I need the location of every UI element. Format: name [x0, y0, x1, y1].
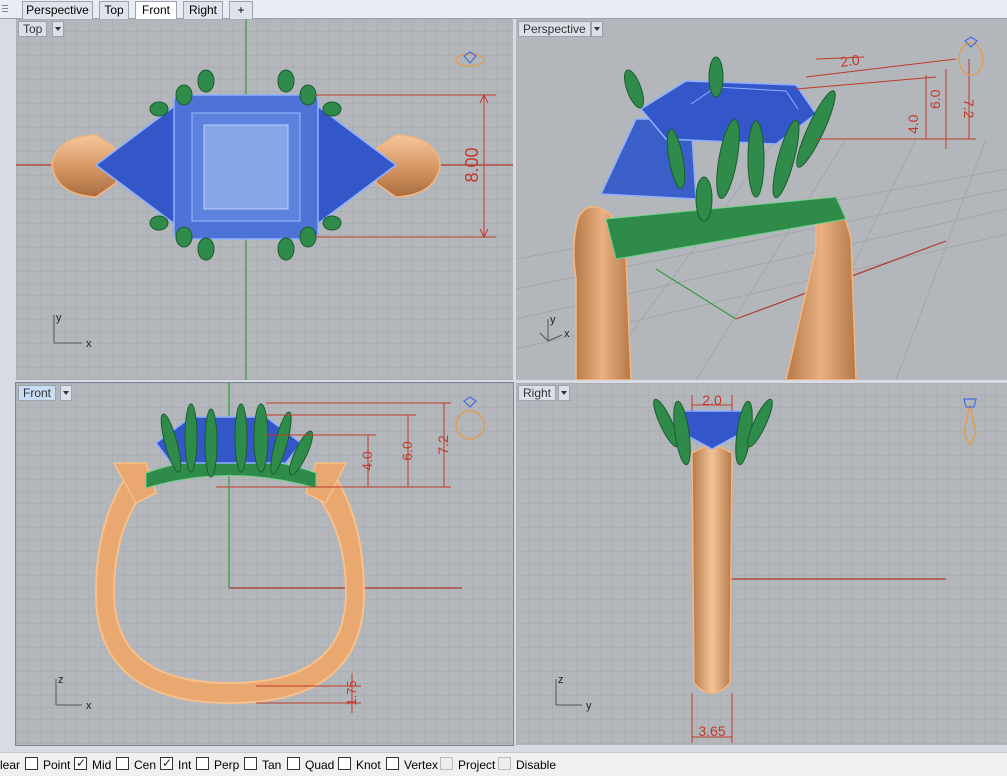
viewport-top[interactable]: 8.00 y x Top	[16, 19, 513, 380]
osnap-project-label: Project	[458, 758, 496, 772]
osnap-int-label: Int	[178, 758, 192, 772]
osnap-vertex-checkbox[interactable]	[386, 757, 399, 770]
viewport-right[interactable]: 2.0 3.65 z y Right	[516, 383, 1007, 745]
osnap-quad-label: Quad	[305, 758, 335, 772]
right-view-canvas: 2.0 3.65 z y	[516, 383, 1007, 745]
osnap-mid-label: Mid	[92, 758, 112, 772]
osnap-disable-checkbox[interactable]	[498, 757, 511, 770]
dim-label-1: 3.65	[698, 723, 725, 739]
dim-label-0: 7.2	[435, 435, 451, 455]
tab-right[interactable]: Right	[183, 1, 223, 19]
axis-label-y: y	[56, 312, 62, 324]
dim-label-0: 2.0	[702, 392, 722, 408]
viewport-menu-perspective[interactable]	[591, 21, 603, 37]
axis-label-y: y	[586, 700, 592, 712]
viewport-menu-right[interactable]	[558, 385, 570, 401]
osnap-bar: lear Point Mid Cen Int Perp Tan Quad Kno…	[0, 752, 1007, 776]
osnap-knot-label: Knot	[356, 758, 381, 772]
axis-label-z: z	[558, 674, 564, 686]
osnap-tan-label: Tan	[262, 758, 282, 772]
viewport-front[interactable]: 7.2 6.0 4.0 1.75 z x Front	[15, 382, 514, 746]
osnap-mid-checkbox[interactable]	[74, 756, 87, 770]
axis-label-x: x	[86, 700, 92, 712]
viewport-perspective[interactable]: 2.0 7.2 6.0 4.0 y x Perspective	[516, 19, 1007, 380]
osnap-disable-label: Disable	[516, 758, 557, 772]
viewport-menu-top[interactable]	[52, 21, 64, 37]
viewport-tab-bar: Perspective Top Front Right +	[0, 0, 1007, 20]
ring-shank	[691, 442, 733, 694]
viewport-title-front[interactable]: Front	[18, 385, 57, 401]
axis-label-y: y	[550, 314, 556, 326]
osnap-tan-checkbox[interactable]	[244, 757, 257, 770]
axis-label-x: x	[86, 338, 92, 350]
osnap-knot-checkbox[interactable]	[338, 757, 351, 770]
osnap-int-checkbox[interactable]	[160, 756, 173, 770]
front-view-canvas: 7.2 6.0 4.0 1.75 z x	[16, 383, 513, 745]
axis-label-z: z	[58, 674, 64, 686]
osnap-point-checkbox[interactable]	[25, 757, 38, 770]
osnap-cen-checkbox[interactable]	[116, 757, 129, 770]
viewport-title-right[interactable]: Right	[518, 385, 557, 401]
viewport-menu-front[interactable]	[60, 385, 72, 401]
dim-label-1: 7.2	[961, 99, 977, 119]
dim-label-2: 4.0	[359, 451, 375, 471]
osnap-cen-label: Cen	[134, 758, 157, 772]
tab-bar-grip[interactable]	[0, 3, 10, 16]
perspective-view-canvas: 2.0 7.2 6.0 4.0 y x	[516, 19, 1007, 380]
viewport-title-perspective[interactable]: Perspective	[518, 21, 591, 37]
dim-label-2: 6.0	[927, 89, 943, 109]
add-tab-button[interactable]: +	[229, 1, 253, 19]
dim-label-3: 4.0	[905, 114, 921, 134]
osnap-clear[interactable]: lear	[0, 758, 20, 772]
dim-label-0: 2.0	[839, 51, 861, 70]
dim-label-3: 1.75	[344, 680, 359, 705]
osnap-point-label: Point	[43, 758, 71, 772]
tab-front[interactable]: Front	[135, 1, 177, 20]
dimension-label: 8.00	[462, 147, 482, 182]
axis-label-x: x	[564, 328, 570, 340]
osnap-quad-checkbox[interactable]	[287, 757, 300, 770]
dim-label-1: 6.0	[399, 441, 415, 461]
osnap-project-checkbox[interactable]	[440, 757, 453, 770]
viewport-title-top[interactable]: Top	[18, 21, 48, 37]
osnap-perp-label: Perp	[214, 758, 240, 772]
top-view-canvas: 8.00 y x	[16, 19, 513, 380]
osnap-perp-checkbox[interactable]	[196, 757, 209, 770]
tab-top[interactable]: Top	[99, 1, 129, 19]
tab-perspective[interactable]: Perspective	[22, 1, 93, 19]
osnap-vertex-label: Vertex	[404, 758, 439, 772]
